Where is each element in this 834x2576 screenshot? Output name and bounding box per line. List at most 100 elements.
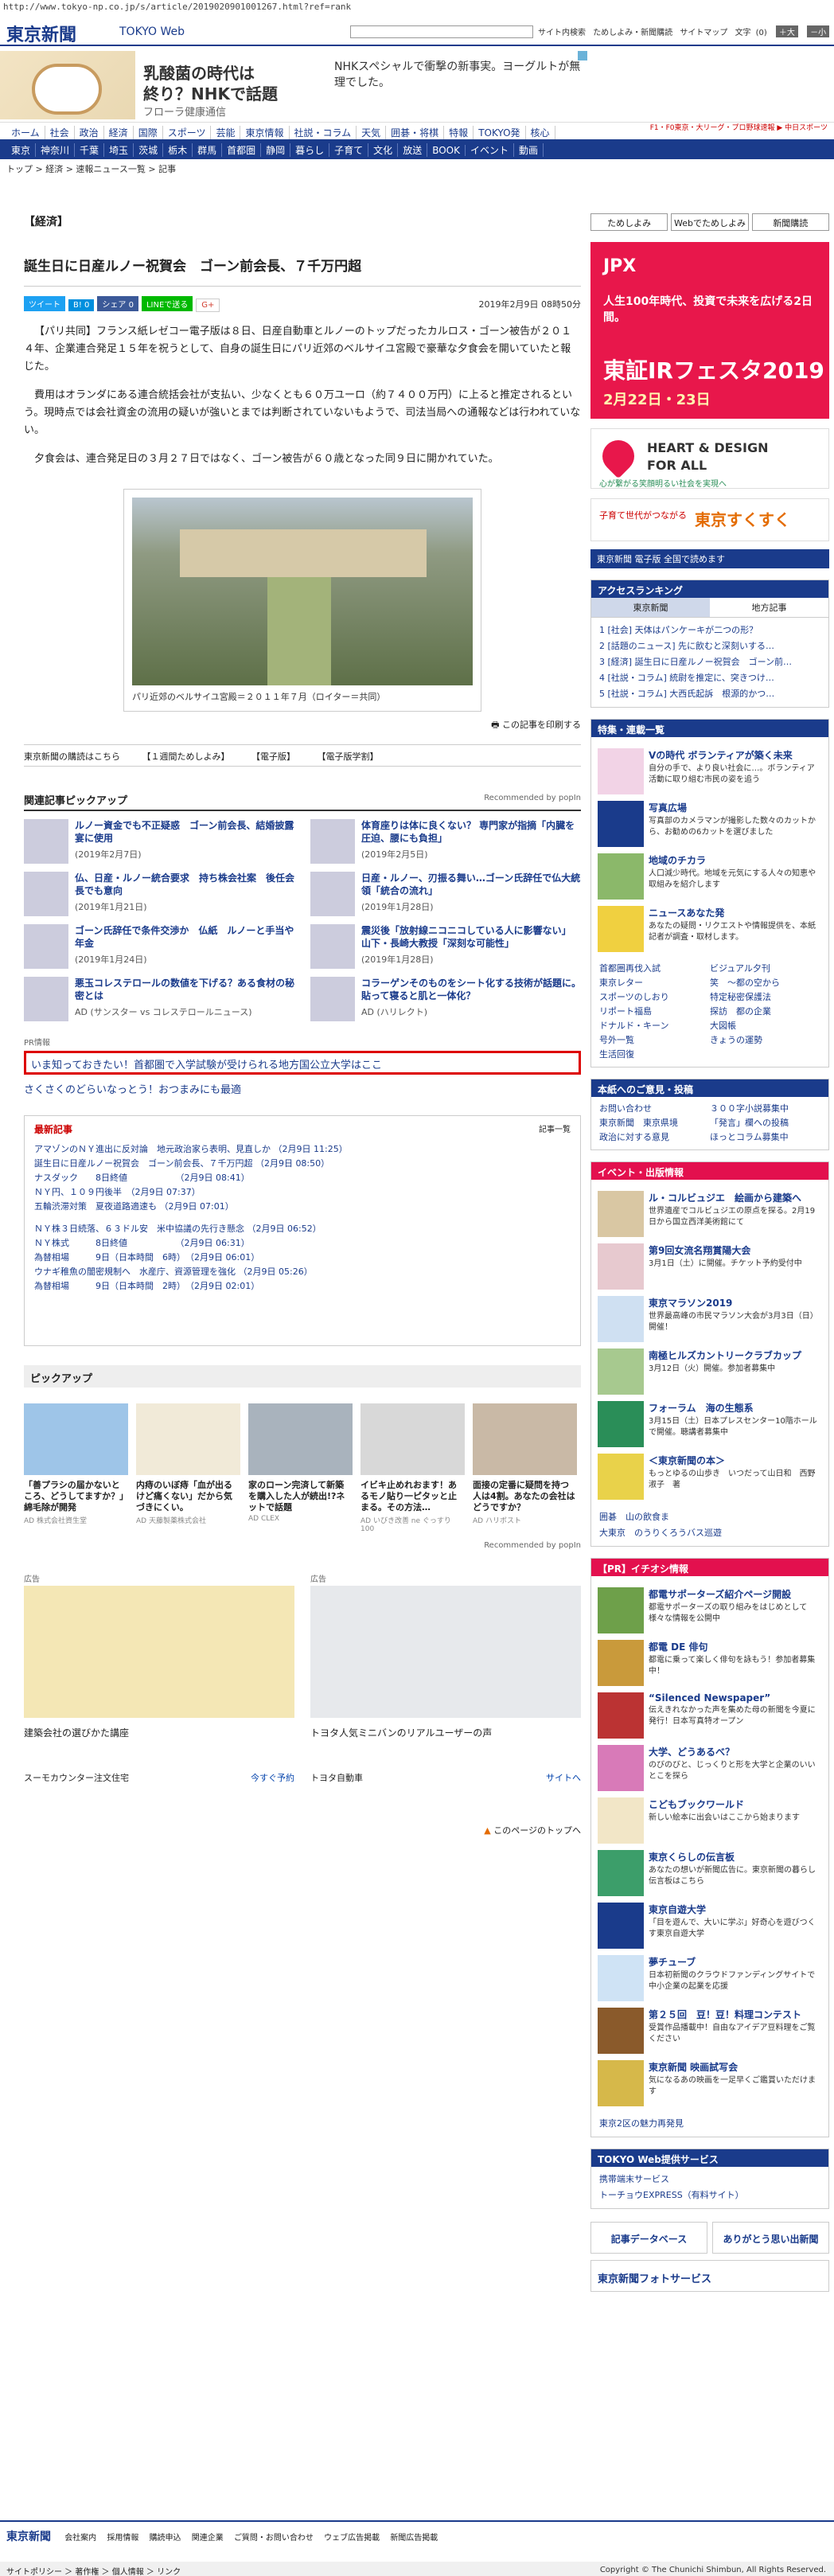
feature-link[interactable]: 笑 ～都の空から — [710, 976, 820, 990]
feature-thumb[interactable] — [598, 853, 644, 900]
pr-info-thumb[interactable] — [598, 1692, 644, 1739]
nav2-kurashi[interactable]: 暮らし — [290, 143, 330, 157]
versailles-photo[interactable] — [132, 498, 473, 685]
nav2-ibaraki[interactable]: 茨城 — [134, 143, 164, 157]
pr-info-title[interactable]: 第２５回 豆！豆！料理コンテスト — [649, 2008, 822, 2021]
pr-info-title[interactable]: 東京自遊大学 — [649, 1903, 822, 1916]
pr-info-item[interactable]: 大学、どうあるべ？ のびのびと、じっくりと形を大学と企業のいいとこを探ら — [598, 1745, 822, 1791]
related-thumb[interactable] — [24, 977, 68, 1021]
latest-item[interactable]: ＮＹ株式 8日終値 （2月9日 06:31） — [34, 1236, 571, 1251]
web-trial-button[interactable]: Webでためしよみ — [671, 213, 749, 231]
nav2-tochigi[interactable]: 栃木 — [163, 143, 193, 157]
pr-info-thumb[interactable] — [598, 1850, 644, 1896]
pr-info-title[interactable]: 都電サポーターズ紹介ページ開設 — [649, 1587, 822, 1601]
pickup-item[interactable]: 内痔のいぼ痔「血が出るけど痛くない」だから気づきにくい。 AD 天藤製薬株式会社 — [136, 1403, 240, 1533]
related-item[interactable]: 仏、日産・ルノー統合要求 持ち株会社案 後任会長でも意向 (2019年1月21日) — [24, 872, 294, 916]
event-thumb[interactable] — [598, 1243, 644, 1290]
photo-service-banner[interactable]: 東京新聞フォトサービス — [590, 2260, 829, 2292]
nav2-video[interactable]: 動画 — [514, 143, 544, 157]
pickup-title[interactable]: 「善プラシの届かないところ、どうしてますか？」綿毛除が開発 — [24, 1480, 128, 1513]
event-title[interactable]: 南極ヒルズカントリークラブカップ — [649, 1348, 801, 1362]
pr-info-item[interactable]: “Silenced Newspaper” 伝えきれなかった声を集めた母の新聞を今夏… — [598, 1692, 822, 1739]
event-item[interactable]: フォーラム 海の生態系 3月15日（土）日本プレスセンター10階ホールで開催。聴講… — [598, 1401, 822, 1447]
latest-item[interactable]: 誕生日に日産ルノー祝賀会 ゴーン前会長、７千万円超 （2月9日 08:50） — [34, 1157, 571, 1171]
pr-info-item[interactable]: 都電サポーターズ紹介ページ開設 都電サポーターズの取り組みをはじめとして様々な情報… — [598, 1587, 822, 1633]
pr-info-item[interactable]: 第２５回 豆！豆！料理コンテスト 受賞作品播載中！自由なアイデア豆料理をご覧くださ… — [598, 2008, 822, 2054]
related-title[interactable]: 日産・ルノー、刃振る舞い…ゴーン氏辞任で仏大統領「統合の流れ」 — [361, 872, 581, 897]
footer-link[interactable]: ウェブ広告掲載 — [324, 2534, 380, 2543]
site-search-input[interactable] — [350, 25, 533, 38]
feature-link[interactable]: スポーツのしおり — [599, 990, 710, 1005]
text-larger-button[interactable]: ＋大 — [775, 25, 798, 37]
nav-editorial[interactable]: 社説・コラム — [290, 126, 357, 139]
event-thumb[interactable] — [598, 1348, 644, 1395]
nav-tokuho[interactable]: 特報 — [444, 126, 474, 139]
latest-item[interactable]: アマゾンのＮＹ進出に反対論 地元政治家ら表明、見直しか （2月9日 11:25） — [34, 1142, 571, 1157]
latest-item[interactable]: 為替相場 9日（日本時間 2時） （2月9日 02:01） — [34, 1279, 571, 1294]
event-thumb[interactable] — [598, 1296, 644, 1342]
pickup-item[interactable]: 面接の定番に疑問を持つ人は4割。あなたの会社はどうですか？ AD ハリボスト — [473, 1403, 577, 1533]
event-thumb[interactable] — [598, 1191, 644, 1237]
nav-economy[interactable]: 経済 — [104, 126, 134, 139]
pr-info-item[interactable]: こどもブックワールド 新しい絵本に出会いはここから始まります — [598, 1797, 822, 1844]
related-thumb[interactable] — [24, 872, 68, 916]
nav-weather[interactable]: 天気 — [357, 126, 387, 139]
event-item[interactable]: ＜東京新聞の本＞ もっとゆるの山歩き いつだって山日和 西野淑子 著 — [598, 1454, 822, 1500]
feature-link[interactable]: きょうの運勢 — [710, 1033, 820, 1048]
print-link[interactable]: 🖶 この記事を印刷する — [24, 718, 581, 733]
hatena-bookmark-button[interactable]: B! 0 — [68, 299, 95, 311]
nav-society[interactable]: 社会 — [45, 126, 75, 139]
pr-info-link[interactable]: 東京2区の魅力再発見 — [599, 2116, 820, 2132]
footer-link[interactable]: 採用情報 — [107, 2534, 138, 2543]
line-share-button[interactable]: LINEで送る — [141, 296, 193, 311]
related-item[interactable]: コラーゲンそのものをシート化する技術が話題に。貼って寝ると肌と一体化？ AD (ハ… — [310, 977, 581, 1021]
related-item[interactable]: ゴーン氏辞任で条件交渉か 仏紙 ルノーと手当や年金 (2019年1月24日) — [24, 924, 294, 969]
contact-link[interactable]: 東京新聞 東京県境 — [599, 1116, 710, 1130]
pickup-image[interactable] — [136, 1403, 240, 1475]
latest-item[interactable]: ＮＹ円、１０９円後半 （2月9日 07:37） — [34, 1185, 571, 1200]
feature-link[interactable]: 首都圏再伐入試 — [599, 962, 710, 976]
related-title[interactable]: 震災後「放射線ニコニコしている人に影響ない」 山下・長崎大教授「深刻な可能性」 — [361, 924, 581, 950]
related-item[interactable]: 日産・ルノー、刃振る舞い…ゴーン氏辞任で仏大統領「統合の流れ」 (2019年1月2… — [310, 872, 581, 916]
latest-item[interactable]: ナスダック 8日終値 （2月9日 08:41） — [34, 1171, 571, 1185]
footer-link[interactable]: 新聞広告掲載 — [390, 2534, 438, 2543]
nav-entertainment[interactable]: 芸能 — [211, 126, 241, 139]
feature-link[interactable]: 探訪 都の企業 — [710, 1005, 820, 1019]
bottom-ad-cta[interactable]: 今すぐ予約 — [251, 1771, 294, 1784]
page-top-link[interactable]: ▲ このページのトップへ — [24, 1824, 581, 1836]
feature-thumb[interactable] — [598, 748, 644, 794]
feature-link[interactable]: リポート福島 — [599, 1005, 710, 1019]
related-item[interactable]: 震災後「放射線ニコニコしている人に影響ない」 山下・長崎大教授「深刻な可能性」 (… — [310, 924, 581, 969]
pr-info-item[interactable]: 東京自遊大学 「目を遊んで、大いに学ぶ」好奇心を遊びつくす東京自遊大学 — [598, 1903, 822, 1949]
footer-link[interactable]: 購読申込 — [150, 2534, 181, 2543]
page-top-label[interactable]: このページのトップへ — [493, 1825, 581, 1836]
feature-item[interactable]: Vの時代 ボランティアが築く未来 自分の手で、より良い社会に…。ボランティア活動に… — [598, 748, 822, 794]
related-title[interactable]: 体育座りは体に良くない？ 専門家が指摘「内臓を圧迫、腰にも負担」 — [361, 819, 581, 845]
pr-info-item[interactable]: 夢チューブ 日本初新聞のクラウドファンディングサイトで中小企業の起業を応援 — [598, 1955, 822, 2001]
pr-info-title[interactable]: 東京くらしの伝言板 — [649, 1850, 822, 1864]
ranking-item[interactable]: 3 [経済] 誕生日に日産ルノー祝賀会 ゴーン前… — [599, 654, 820, 670]
google-plus-button[interactable]: G+ — [196, 299, 220, 312]
pr-info-item[interactable]: 東京新聞 映画試写会 気になるあの映画を一足早くご鑑賞いただけます — [598, 2060, 822, 2106]
nav2-saitama[interactable]: 埼玉 — [104, 143, 134, 157]
contact-link[interactable]: お問い合わせ — [599, 1102, 710, 1116]
contact-link[interactable]: ほっとコラム募集中 — [710, 1130, 820, 1145]
bottom-ad-title[interactable]: 建築会社の選びかた講座 — [24, 1726, 294, 1739]
feature-link[interactable]: ビジュアル夕刊 — [710, 962, 820, 976]
subscribe-link[interactable]: 東京新聞の購読はこちら — [24, 751, 120, 762]
memory-newspaper-banner[interactable]: ありがとう思い出新聞 — [712, 2222, 829, 2254]
pickup-item[interactable]: イビキ止めれおます！あるモノ貼り一ピタッと止まる。その方法… AD いびき改善 n… — [360, 1403, 465, 1533]
ir-festa-banner[interactable]: JPX 人生100年時代、投資で未来を広げる2日間。 東証IRフェスタ2019 … — [590, 242, 829, 419]
event-title[interactable]: 東京マラソン2019 — [649, 1296, 822, 1309]
text-smaller-button[interactable]: －小 — [807, 25, 830, 37]
feature-title[interactable]: 地域のチカラ — [649, 853, 822, 867]
related-title[interactable]: コラーゲンそのものをシート化する技術が話題に。貼って寝ると肌と一体化？ — [361, 977, 581, 1002]
related-thumb[interactable] — [310, 924, 355, 969]
event-title[interactable]: ル・コルビュジエ 絵画から建築へ — [649, 1191, 822, 1204]
pickup-item[interactable]: 家のローン完済して新築を購入した人が続出!?ネットで話題 AD CLEX — [248, 1403, 353, 1533]
contact-link[interactable]: 政治に対する意見 — [599, 1130, 710, 1145]
nav2-shizuoka[interactable]: 静岡 — [261, 143, 291, 157]
feature-link[interactable]: ドナルド・キーン — [599, 1019, 710, 1033]
site-logo-sub[interactable]: TOKYO Web — [119, 25, 185, 38]
digital-edition-banner[interactable]: 東京新聞 電子版 全国で読めます — [590, 549, 829, 568]
